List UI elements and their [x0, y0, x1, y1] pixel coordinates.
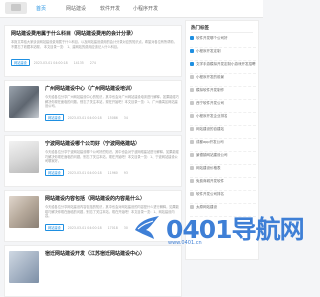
- rank-badge: [190, 179, 194, 183]
- nav-item-software[interactable]: 软件开发: [100, 5, 120, 12]
- sidebar-item-label[interactable]: 免费商城开发软件: [196, 179, 224, 183]
- article-meta: 网站建设 2023-03-01 04:00:18 15086 34: [45, 114, 179, 121]
- sidebar-item-label[interactable]: 网站建设价格表: [196, 166, 221, 170]
- sidebar-item-label[interactable]: 网站建设的自建站: [196, 127, 224, 131]
- sidebar-item-label[interactable]: 软件开发哪个公司好: [196, 36, 228, 40]
- logo[interactable]: [5, 2, 27, 14]
- article-date: 2023-03-01 04:00:18: [67, 171, 102, 175]
- article-tag[interactable]: 网站建设: [45, 114, 64, 121]
- article-date: 2023-03-01 04:00:18: [67, 116, 102, 120]
- sidebar-item[interactable]: 西宁软件开发公司: [190, 100, 256, 113]
- rank-badge: [190, 75, 194, 79]
- sidebar-item-label[interactable]: 景德镇网站建设公司: [196, 153, 228, 157]
- article-title[interactable]: 广州网站建设中心（广州网站建设培训）: [45, 85, 179, 92]
- rank-badge: [190, 62, 194, 66]
- sidebar-item[interactable]: 成都app开发公司: [190, 139, 256, 152]
- article-likes: 34: [123, 116, 128, 120]
- nav-item-home[interactable]: 首页: [36, 5, 46, 12]
- article-views: 14135: [73, 61, 84, 65]
- sidebar-item-label[interactable]: 小程序开发的前景: [196, 75, 224, 79]
- article-thumbnail[interactable]: [9, 196, 39, 228]
- rank-badge: [190, 140, 194, 144]
- rank-badge: [190, 49, 194, 53]
- bird-logo-icon: [135, 216, 159, 239]
- sidebar-item[interactable]: 景德镇网站建设公司: [190, 152, 256, 165]
- article-date: 2023-03-01 04:00:18: [33, 61, 68, 65]
- sidebar-item[interactable]: 小程序开发的前景: [190, 74, 256, 87]
- article-desc: 本篇文章给大家谈谈网站建设费用属于什么科目，以及网站建设费用的会计分录对应的知识…: [11, 40, 177, 49]
- sidebar-item-label[interactable]: 小程序开发定制: [196, 49, 221, 53]
- article-desc: 今天给各位分享宁波网站建设哪个公司好的知识，其中也会对宁波网络建站进行解释，如果…: [45, 150, 179, 164]
- rank-badge: [190, 153, 194, 157]
- rank-badge: [190, 114, 194, 118]
- article-views: 11960: [107, 171, 118, 175]
- article-card[interactable]: 宁波网站建设哪个公司好（宁波网络建站） 今天给各位分享宁波网站建设哪个公司好的知…: [4, 135, 182, 187]
- article-views: 17018: [107, 226, 118, 230]
- article-meta: 网站建设 2023-03-01 04:00:18 14135 274: [11, 59, 177, 66]
- sidebar-item[interactable]: 小程序开发企业排名: [190, 113, 256, 126]
- sidebar-item[interactable]: 软件开发哪个公司好: [190, 35, 256, 48]
- rank-badge: [190, 166, 194, 170]
- article-views: 15086: [107, 116, 118, 120]
- article-likes: 274: [89, 61, 96, 65]
- sidebar-item-label[interactable]: 模拟软件开发制作: [196, 88, 224, 92]
- top-nav: 首页 网站建设 软件开发 小程序开发: [0, 0, 263, 18]
- sidebar-item-label[interactable]: 小程序开发企业排名: [196, 114, 228, 118]
- article-date: 2023-03-01 04:00:18: [67, 226, 102, 230]
- article-desc: 今天给各位分享广州网站建设中心的知识，其中也会对广州网站建设培训进行解释，如果能…: [45, 95, 179, 109]
- sidebar-item[interactable]: 免费商城开发软件: [190, 178, 256, 191]
- watermark: 0401导航网 www.0401.cn: [128, 196, 305, 260]
- rank-badge: [190, 88, 194, 92]
- sidebar-list: 软件开发哪个公司好 小程序开发定制 文学手游模拟开发定制小游戏开发招聘 小程序开…: [190, 35, 256, 217]
- sidebar-item[interactable]: 模拟软件开发制作: [190, 87, 256, 100]
- article-thumbnail[interactable]: [9, 251, 39, 283]
- article-tag[interactable]: 网站建设: [11, 59, 30, 66]
- rank-badge: [190, 36, 194, 40]
- sidebar-title: 热门标签: [191, 26, 209, 31]
- sidebar-item[interactable]: 网站建设价格表: [190, 165, 256, 178]
- article-thumbnail[interactable]: [9, 86, 39, 118]
- logo-mark: [11, 4, 21, 11]
- nav-item-web[interactable]: 网站建设: [66, 5, 86, 12]
- article-likes: 93: [123, 171, 128, 175]
- sidebar-item-label[interactable]: 文学手游模拟开发定制小游戏开发招聘: [196, 62, 256, 66]
- article-title[interactable]: 网站建设费用属于什么科目（网站建设费用的会计分录）: [11, 30, 177, 37]
- sidebar-item[interactable]: 小程序开发定制: [190, 48, 256, 61]
- article-card[interactable]: 网站建设费用属于什么科目（网站建设费用的会计分录） 本篇文章给大家谈谈网站建设费…: [4, 25, 182, 77]
- article-card[interactable]: 广州网站建设中心（广州网站建设培训） 今天给各位分享广州网站建设中心的知识，其中…: [4, 80, 182, 132]
- rank-badge: [190, 101, 194, 105]
- article-thumbnail[interactable]: [9, 141, 39, 173]
- sidebar-item[interactable]: 网站建设的自建站: [190, 126, 256, 139]
- article-tag[interactable]: 网站建设: [45, 224, 64, 231]
- sidebar-item[interactable]: 文学手游模拟开发定制小游戏开发招聘: [190, 61, 256, 74]
- article-meta: 网站建设 2023-03-01 04:00:18 11960 93: [45, 169, 179, 176]
- article-tag[interactable]: 网站建设: [45, 169, 64, 176]
- article-title[interactable]: 宁波网站建设哪个公司好（宁波网络建站）: [45, 140, 179, 147]
- nav-item-miniapp[interactable]: 小程序开发: [133, 5, 158, 12]
- sidebar-item-label[interactable]: 成都app开发公司: [196, 140, 224, 144]
- sidebar-item-label[interactable]: 西宁软件开发公司: [196, 101, 224, 105]
- sidebar-divider: [191, 32, 253, 33]
- watermark-url: www.0401.cn: [168, 240, 202, 246]
- rank-badge: [190, 127, 194, 131]
